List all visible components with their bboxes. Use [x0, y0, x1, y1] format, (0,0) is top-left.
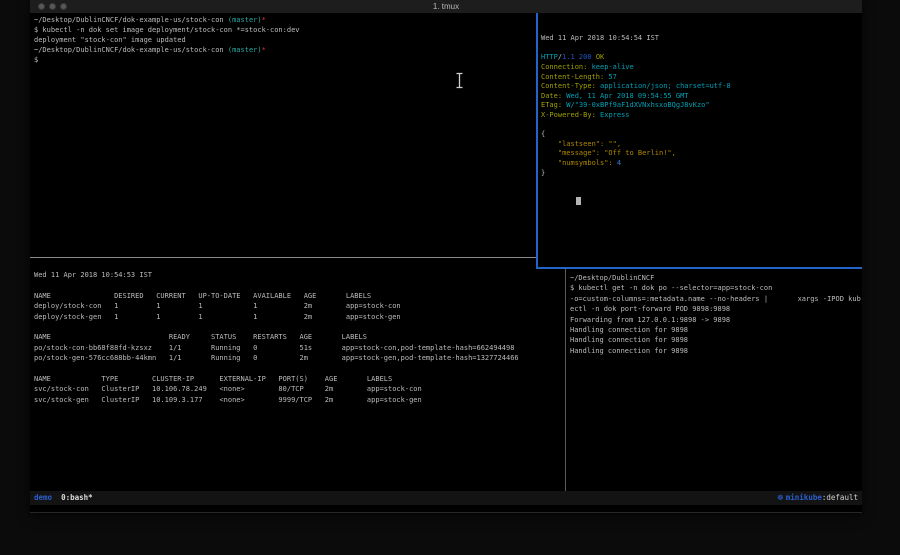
terminal-line: Connection: keep-alive	[541, 63, 862, 73]
window-titlebar[interactable]: 1. tmux	[30, 0, 862, 14]
terminal-line: po/stock-con-bb68f88fd-kzsxz 1/1 Running…	[34, 343, 565, 353]
tmux-session-name: demo	[34, 491, 52, 505]
terminal-line: "lastseen": "",	[541, 140, 862, 150]
terminal-line: Wed 11 Apr 2018 10:54:53 IST	[34, 270, 565, 280]
terminal-line	[34, 280, 565, 290]
terminal-line: X-Powered-By: Express	[541, 111, 862, 121]
terminal-line: svc/stock-con ClusterIP 10.106.78.249 <n…	[34, 384, 565, 394]
terminal-line: NAME TYPE CLUSTER-IP EXTERNAL-IP PORT(S)…	[34, 374, 565, 384]
terminal-line: ~/Desktop/DublinCNCF	[570, 273, 862, 283]
terminal-line: ~/Desktop/DublinCNCF/dok-example-us/stoc…	[34, 15, 536, 25]
terminal-line: deploy/stock-gen 1 1 1 1 2m app=stock-ge…	[34, 312, 565, 322]
desktop-background: 1. tmux ~/Desktop/DublinCNCF/dok-example…	[0, 0, 900, 555]
terminal-block-cursor	[576, 197, 581, 205]
kube-context-label: minikube	[786, 491, 822, 505]
terminal-line: deploy/stock-con 1 1 1 1 2m app=stock-co…	[34, 301, 565, 311]
terminal-line: HTTP/1.1 200 OK	[541, 53, 862, 63]
terminal-line: Date: Wed, 11 Apr 2018 09:54:55 GMT	[541, 92, 862, 102]
tmux-status-right: ☸ minikube :default	[777, 491, 858, 505]
terminal-line: Handling connection for 9898	[570, 335, 862, 345]
terminal-line	[541, 121, 862, 131]
terminal-line: -o=custom-columns=:metadata.name --no-he…	[570, 294, 862, 304]
close-button[interactable]	[38, 3, 45, 10]
terminal-line: $ kubectl -n dok set image deployment/st…	[34, 25, 536, 35]
terminal-line: svc/stock-gen ClusterIP 10.109.3.177 <no…	[34, 395, 565, 405]
terminal-line: deployment "stock-con" image updated	[34, 35, 536, 45]
terminal-line: Content-Length: 57	[541, 73, 862, 83]
terminal-line	[34, 364, 565, 374]
terminal-line: Wed 11 Apr 2018 10:54:54 IST	[541, 34, 862, 44]
terminal-line: ectl -n dok port-forward POD 9898:9898	[570, 304, 862, 314]
terminal-line: $	[34, 55, 536, 65]
tmux-session-area: ~/Desktop/DublinCNCF/dok-example-us/stoc…	[30, 13, 862, 491]
terminal-line: Content-Type: application/json; charset=…	[541, 82, 862, 92]
terminal-line: $ kubectl get -n dok po --selector=app=s…	[570, 283, 862, 293]
mouse-ibeam-cursor	[455, 72, 464, 89]
window-title: 1. tmux	[30, 0, 862, 13]
zoom-button[interactable]	[60, 3, 67, 10]
pane-port-forward-log[interactable]: ~/Desktop/DublinCNCF$ kubectl get -n dok…	[567, 270, 862, 491]
terminal-line: Handling connection for 9898	[570, 325, 862, 335]
tmux-status-bar: demo 0:bash* ☸ minikube :default	[30, 491, 862, 505]
pane-shell-kubectl-set-image[interactable]: ~/Desktop/DublinCNCF/dok-example-us/stoc…	[30, 13, 536, 257]
terminal-line: ~/Desktop/DublinCNCF/dok-example-us/stoc…	[34, 45, 536, 55]
tmux-window-tab-bash[interactable]: 0:bash*	[61, 491, 93, 505]
terminal-line	[541, 44, 862, 54]
terminal-line: ETag: W/"39-0xBPf9aF1dXVNxhsxoBQgJ8vKzo"	[541, 101, 862, 111]
traffic-lights	[38, 3, 67, 10]
terminal-line: "message": "Off to Berlin!",	[541, 149, 862, 159]
terminal-line: Forwarding from 127.0.0.1:9898 -> 9898	[570, 315, 862, 325]
pane-border-vertical-bottom[interactable]	[565, 269, 566, 491]
terminal-line: Handling connection for 9898	[570, 346, 862, 356]
terminal-line: po/stock-gen-576cc688bb-44kmn 1/1 Runnin…	[34, 353, 565, 363]
kubernetes-helm-icon: ☸	[777, 491, 784, 505]
terminal-line: "numsymbols": 4	[541, 159, 862, 169]
active-pane-border-vertical[interactable]	[536, 13, 538, 269]
terminal-line: }	[541, 169, 862, 179]
pane-http-response[interactable]: Wed 11 Apr 2018 10:54:54 IST HTTP/1.1 20…	[538, 13, 862, 267]
terminal-window: 1. tmux ~/Desktop/DublinCNCF/dok-example…	[30, 0, 862, 513]
kube-namespace-label: :default	[822, 491, 858, 505]
terminal-line: NAME DESIRED CURRENT UP-TO-DATE AVAILABL…	[34, 291, 565, 301]
terminal-line	[541, 178, 862, 188]
terminal-line: {	[541, 130, 862, 140]
minimize-button[interactable]	[49, 3, 56, 10]
pane-kubectl-get-tables[interactable]: Wed 11 Apr 2018 10:54:53 IST NAME DESIRE…	[30, 258, 565, 491]
terminal-line: NAME READY STATUS RESTARTS AGE LABELS	[34, 332, 565, 342]
http-response-lines: Wed 11 Apr 2018 10:54:54 IST HTTP/1.1 20…	[541, 34, 862, 188]
active-pane-border-horizontal[interactable]	[536, 267, 862, 269]
terminal-line	[34, 322, 565, 332]
pane-border-horizontal-left[interactable]	[30, 257, 536, 258]
